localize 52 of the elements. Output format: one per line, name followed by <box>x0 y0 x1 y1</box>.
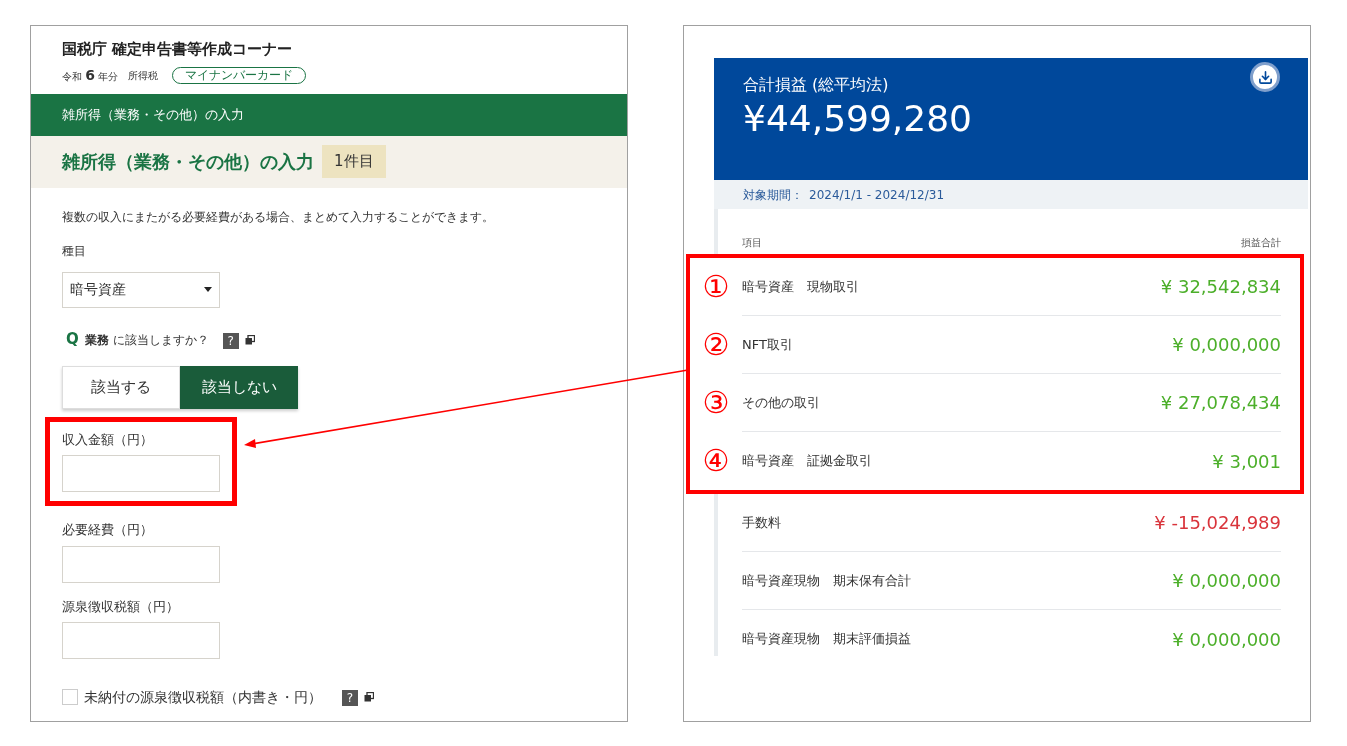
input-field[interactable] <box>62 455 220 492</box>
tax-type-label: 所得税 <box>128 68 159 83</box>
answer-toggle[interactable]: 該当する <box>62 365 180 409</box>
item-count-badge: 1件目 <box>322 145 386 178</box>
row-label: 暗号資産 証拠金取引 <box>742 452 872 471</box>
description-text: 複数の収入にまたがる必要経費がある場合、まとめて入力することができます。 <box>62 208 494 226</box>
summary-title: 合計損益 (総平均法) <box>743 74 889 96</box>
number-marker: ② <box>702 330 730 360</box>
number-marker: ③ <box>702 388 730 418</box>
download-icon <box>1257 69 1273 85</box>
question-text: 業務 に該当しますか？ <box>84 331 209 349</box>
download-button[interactable] <box>1250 62 1280 92</box>
row-value: ¥ 32,542,834 <box>1160 275 1281 299</box>
row-label: 手数料 <box>742 513 781 532</box>
page-title: 雑所得（業務・その他）の入力 <box>62 150 314 174</box>
number-marker: ① <box>702 272 730 302</box>
window-copy-icon <box>244 334 255 345</box>
help-button[interactable]: ? <box>222 332 239 349</box>
column-header: 項目 <box>742 236 762 250</box>
row-value: ¥ 0,000,000 <box>1172 627 1281 652</box>
question-icon: Q <box>66 328 79 351</box>
column-header: 損益合計 <box>1241 236 1281 250</box>
period-label: 対象期間： <box>743 186 803 204</box>
row-label: NFT取引 <box>742 335 793 354</box>
input-field[interactable] <box>62 622 220 659</box>
period-value: 2024/1/1 - 2024/12/31 <box>809 186 945 204</box>
row-value: ¥ 3,001 <box>1212 449 1281 474</box>
site-title: 国税庁 確定申告書等作成コーナー <box>62 39 294 60</box>
checkbox[interactable] <box>62 689 78 705</box>
field-label: 必要経費（円） <box>62 521 154 539</box>
category-label: 種目 <box>62 242 86 260</box>
caret-icon <box>204 287 212 292</box>
total-amount: ¥44,599,280 <box>743 97 974 141</box>
number-marker: ④ <box>702 446 730 476</box>
row-value: ¥ 27,078,434 <box>1160 391 1281 415</box>
category-select[interactable]: 暗号資産 <box>62 271 220 308</box>
tax-year-label: 令和 6 年分 <box>62 65 119 85</box>
checkbox-label: 未納付の源泉徴収税額（内書き・円） <box>84 687 322 707</box>
row-value: ¥ -15,024,989 <box>1154 511 1281 535</box>
field-label: 収入金額（円） <box>62 430 154 449</box>
row-label: 暗号資産現物 期末評価損益 <box>742 630 911 649</box>
answer-toggle[interactable]: 該当しない <box>180 365 298 409</box>
field-label: 源泉徴収税額（円） <box>62 597 180 616</box>
breadcrumb-bar: 雑所得（業務・その他）の入力 <box>31 93 627 136</box>
row-label: 暗号資産 現物取引 <box>742 277 859 296</box>
row-value: ¥ 0,000,000 <box>1172 569 1281 593</box>
window-copy-icon <box>364 692 374 702</box>
row-label: その他の取引 <box>742 393 820 412</box>
input-field[interactable] <box>62 545 220 583</box>
row-label: 暗号資産現物 期末保有合計 <box>742 571 911 590</box>
row-value: ¥ 0,000,000 <box>1172 333 1281 357</box>
help-button[interactable]: ? <box>342 690 358 706</box>
